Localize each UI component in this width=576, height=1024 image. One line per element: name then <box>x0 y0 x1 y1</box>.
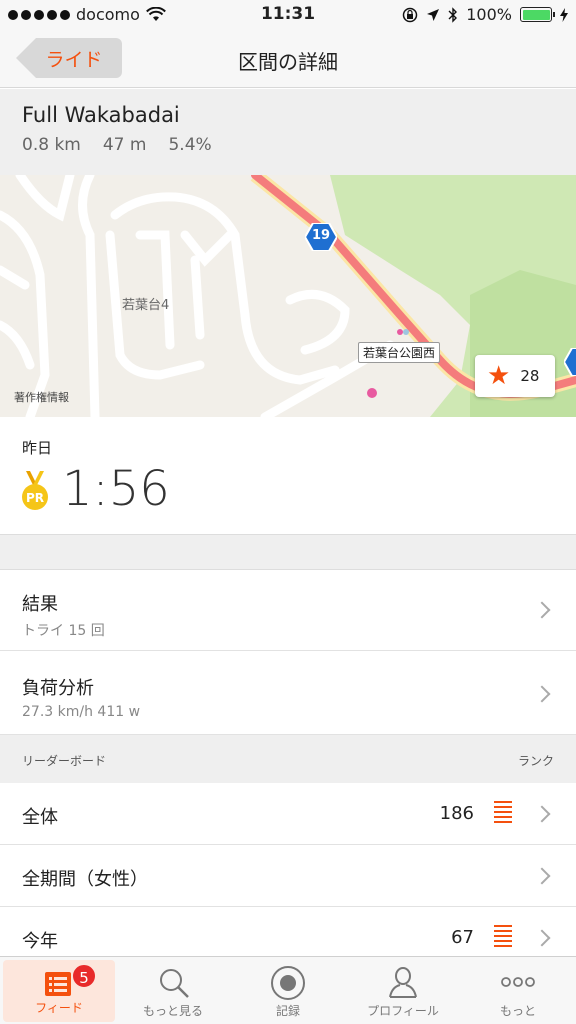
segment-map[interactable]: 19 若葉台4 若葉台公園西 著作権情報 ★ 28 <box>0 175 576 417</box>
nav-bar: ライド 区間の詳細 <box>0 30 576 88</box>
results-row[interactable]: 結果 トライ 15 回 <box>0 570 576 651</box>
rank-value: 67 <box>451 927 474 948</box>
tab-explore[interactable]: もっと見る <box>117 957 229 1024</box>
effort-summary: 昨日 PR 1:56 <box>0 417 576 534</box>
segment-name: Full Wakabadai <box>22 103 180 127</box>
map-poi-label: 若葉台公園西 <box>358 342 441 363</box>
leaderboard-title: リーダーボード <box>22 754 107 768</box>
chevron-right-icon <box>533 685 551 703</box>
tab-label: フィード <box>35 1001 83 1015</box>
star-icon: ★ <box>487 361 511 391</box>
segment-grade: 5.4% <box>168 135 212 155</box>
leaderboard-row-all-time-women[interactable]: 全期間（女性） <box>0 845 576 907</box>
chevron-right-icon <box>533 867 551 885</box>
route-number: 19 <box>311 228 331 243</box>
rank-bars-icon <box>494 925 512 951</box>
tab-record[interactable]: 記録 <box>232 957 344 1024</box>
route-shield-icon: 19 <box>305 223 337 251</box>
location-icon <box>427 8 440 21</box>
analysis-title: 負荷分析 <box>22 678 94 699</box>
tab-label: もっと見る <box>142 1004 203 1018</box>
results-subtitle: トライ 15 回 <box>22 623 105 639</box>
segment-header: Full Wakabadai 0.8 km 47 m 5.4% <box>0 89 576 175</box>
battery-icon <box>520 7 555 22</box>
more-icon <box>501 977 535 987</box>
chevron-right-icon <box>533 929 551 947</box>
route-shield-edge-icon <box>564 348 576 376</box>
chevron-right-icon <box>533 601 551 619</box>
segment-distance: 0.8 km <box>22 135 81 155</box>
section-divider <box>0 534 576 570</box>
notification-badge: 5 <box>71 963 97 989</box>
bluetooth-icon <box>448 6 458 23</box>
star-count: 28 <box>520 367 540 385</box>
feed-icon <box>45 972 71 996</box>
rank-bars-icon <box>494 801 512 827</box>
pr-badge-label: PR <box>26 491 44 505</box>
effort-date: 昨日 <box>22 439 53 457</box>
analysis-subtitle: 27.3 km/h 411 w <box>22 704 141 720</box>
segment-elevation: 47 m <box>102 135 147 155</box>
record-icon <box>271 966 305 1000</box>
page-title: 区間の詳細 <box>238 50 338 74</box>
tab-bar: 5 フィード もっと見る 記録 プロフィール もっと <box>0 956 576 1024</box>
tab-label: プロフィール <box>367 1004 439 1018</box>
results-title: 結果 <box>22 594 58 615</box>
rank-value: 186 <box>439 803 474 824</box>
leaderboard-header: リーダーボード ランク <box>0 735 576 783</box>
tab-profile[interactable]: プロフィール <box>347 957 459 1024</box>
charging-icon <box>560 7 568 22</box>
analysis-row[interactable]: 負荷分析 27.3 km/h 411 w <box>0 652 576 735</box>
map-place-label: 若葉台4 <box>122 298 170 313</box>
leaderboard-row-label: 全体 <box>22 807 58 828</box>
pr-medal-icon: PR <box>20 471 50 511</box>
tab-more[interactable]: もっと <box>462 957 574 1024</box>
profile-icon <box>389 966 417 998</box>
rank-column-label: ランク <box>517 754 554 768</box>
rotation-lock-icon <box>403 7 418 22</box>
status-bar: docomo 11:31 100% <box>0 0 576 30</box>
leaderboard-row-overall[interactable]: 全体 186 <box>0 783 576 845</box>
tab-feed[interactable]: 5 フィード <box>3 960 115 1022</box>
status-right: 100% <box>402 5 568 24</box>
tab-label: 記録 <box>275 1004 300 1018</box>
chevron-right-icon <box>533 805 551 823</box>
battery-percent: 100% <box>466 5 512 24</box>
tab-label: もっと <box>499 1004 536 1018</box>
leaderboard-row-label: 今年 <box>22 931 58 952</box>
search-icon <box>160 969 189 998</box>
leaderboard-row-label: 全期間（女性） <box>22 869 148 890</box>
segment-stats: 0.8 km 47 m 5.4% <box>22 135 212 155</box>
map-attribution-link[interactable]: 著作権情報 <box>14 389 69 405</box>
star-button[interactable]: ★ 28 <box>475 355 555 397</box>
effort-time: 1:56 <box>62 461 170 517</box>
